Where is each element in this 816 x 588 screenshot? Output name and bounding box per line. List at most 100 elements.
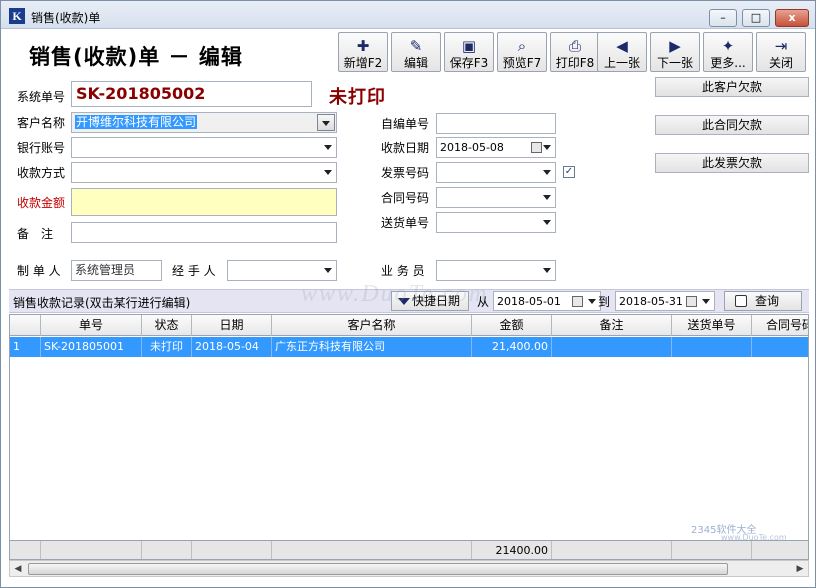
- column-header[interactable]: 日期: [192, 315, 272, 336]
- from-date-picker[interactable]: 2018-05-01: [493, 291, 601, 311]
- edit-button-label: 编辑: [403, 56, 428, 70]
- preview-button-label: 预览F7: [502, 56, 542, 70]
- column-header[interactable]: 备注: [552, 315, 672, 336]
- from-date-value: 2018-05-01: [497, 295, 561, 308]
- to-date-picker[interactable]: 2018-05-31: [615, 291, 715, 311]
- watermark-logo-sub: www.DuoTe.com: [721, 533, 787, 542]
- watermark-text: www.DuoTe.com: [301, 281, 489, 307]
- preview-button[interactable]: ⌕ 预览F7: [497, 32, 547, 72]
- self-no-input[interactable]: [436, 113, 556, 134]
- remark-label: 备 注: [17, 227, 54, 241]
- system-no-label: 系统单号: [17, 90, 66, 104]
- cell-status: 未打印: [142, 337, 192, 357]
- print-button[interactable]: ⎙ 打印F8: [550, 32, 600, 72]
- preview-icon: ⌕: [517, 37, 527, 55]
- invoice-debt-button[interactable]: 此发票欠款: [655, 153, 809, 173]
- window-title: 销售(收款)单: [31, 11, 101, 25]
- cell-remark: [552, 337, 672, 357]
- to-label: 到: [598, 295, 611, 309]
- close-button-label: 关闭: [768, 56, 793, 70]
- prev-button-label: 上一张: [603, 56, 640, 70]
- chevron-down-icon: [702, 299, 710, 304]
- prev-arrow-icon: ◀: [616, 37, 628, 55]
- chevron-down-icon: [543, 268, 551, 273]
- column-header[interactable]: 金额: [472, 315, 552, 336]
- receipt-date-label: 收款日期: [381, 141, 430, 155]
- next-button[interactable]: ▶ 下一张: [650, 32, 700, 72]
- horizontal-scrollbar[interactable]: ◀ ▶: [9, 560, 809, 577]
- chevron-down-icon: [543, 170, 551, 175]
- system-no-field[interactable]: SK-201805002: [71, 81, 312, 107]
- self-no-label: 自编单号: [381, 117, 430, 131]
- chevron-down-icon: [543, 145, 551, 150]
- calendar-icon[interactable]: [686, 296, 697, 307]
- invoice-checkbox[interactable]: ✓: [563, 166, 575, 178]
- customer-debt-button[interactable]: 此客户欠款: [655, 77, 809, 97]
- query-button[interactable]: 查询: [724, 291, 802, 311]
- edit-button[interactable]: ✎ 编辑: [391, 32, 441, 72]
- row-number-header: [10, 315, 41, 336]
- footer-cell: [552, 541, 672, 559]
- pay-method-select[interactable]: [71, 162, 337, 183]
- cell-delivery: [672, 337, 752, 357]
- calendar-icon[interactable]: [572, 296, 583, 307]
- edit-icon: ✎: [409, 37, 423, 55]
- maximize-button[interactable]: □: [742, 9, 770, 27]
- column-header[interactable]: 客户名称: [272, 315, 472, 336]
- cell-customer: 广东正方科技有限公司: [272, 337, 472, 357]
- column-header[interactable]: 送货单号: [672, 315, 752, 336]
- save-button[interactable]: ▣ 保存F3: [444, 32, 494, 72]
- calendar-icon[interactable]: [531, 142, 542, 153]
- salesman-select[interactable]: [436, 260, 556, 281]
- pay-method-label: 收款方式: [17, 166, 66, 180]
- records-table[interactable]: 单号 状态 日期 客户名称 金额 备注 送货单号 合同号码 1 SK-20180…: [9, 314, 809, 560]
- new-button[interactable]: ✚ 新增F2: [338, 32, 388, 72]
- print-status-text: 未打印: [329, 87, 386, 108]
- scroll-left-icon[interactable]: ◀: [12, 563, 24, 575]
- invoice-select[interactable]: [436, 162, 556, 183]
- new-button-label: 新增F2: [343, 56, 383, 70]
- delivery-select[interactable]: [436, 212, 556, 233]
- invoice-label: 发票号码: [381, 166, 430, 180]
- column-header[interactable]: 合同号码: [752, 315, 808, 336]
- close-button[interactable]: ⇥ 关闭: [756, 32, 806, 72]
- chevron-down-icon: [324, 268, 332, 273]
- chevron-down-icon: [543, 220, 551, 225]
- table-row[interactable]: 1 SK-201805001 未打印 2018-05-04 广东正方科技有限公司…: [10, 337, 808, 357]
- remark-input[interactable]: [71, 222, 337, 243]
- footer-cell: [272, 541, 472, 559]
- amount-input[interactable]: [71, 188, 337, 216]
- handler-label: 经 手 人: [172, 264, 216, 278]
- scroll-right-icon[interactable]: ▶: [794, 563, 806, 575]
- column-header[interactable]: 单号: [41, 315, 142, 336]
- total-amount: 21400.00: [472, 541, 552, 559]
- customer-select[interactable]: 开博维尔科技有限公司: [71, 112, 337, 133]
- contract-select[interactable]: [436, 187, 556, 208]
- page-title: 销售(收款)单 － 编辑: [29, 45, 243, 69]
- footer-cell: [672, 541, 752, 559]
- contract-label: 合同号码: [381, 191, 430, 205]
- customer-value: 开博维尔科技有限公司: [75, 115, 198, 129]
- receipt-date-picker[interactable]: 2018-05-08: [436, 137, 556, 158]
- column-header[interactable]: 状态: [142, 315, 192, 336]
- footer-cell: [192, 541, 272, 559]
- customer-dropdown-button[interactable]: [317, 114, 335, 131]
- app-logo-icon: K: [9, 8, 25, 24]
- title-bar: K 销售(收款)单 – □ x: [1, 1, 815, 29]
- more-icon: ✦: [721, 37, 735, 55]
- close-window-button[interactable]: x: [775, 9, 809, 27]
- bank-select[interactable]: [71, 137, 337, 158]
- scroll-thumb[interactable]: [28, 563, 728, 575]
- more-button[interactable]: ✦ 更多...: [703, 32, 753, 72]
- handler-select[interactable]: [227, 260, 337, 281]
- amount-label: 收款金额: [17, 196, 66, 210]
- salesman-label: 业 务 员: [381, 264, 425, 278]
- minimize-button[interactable]: –: [709, 9, 737, 27]
- footer-cell: [142, 541, 192, 559]
- maker-label: 制 单 人: [17, 264, 61, 278]
- contract-debt-button[interactable]: 此合同欠款: [655, 115, 809, 135]
- cell-date: 2018-05-04: [192, 337, 272, 357]
- app-window: K 销售(收款)单 – □ x 销售(收款)单 － 编辑 ✚ 新增F2 ✎ 编辑…: [0, 0, 816, 588]
- prev-button[interactable]: ◀ 上一张: [597, 32, 647, 72]
- print-icon: ⎙: [568, 37, 581, 55]
